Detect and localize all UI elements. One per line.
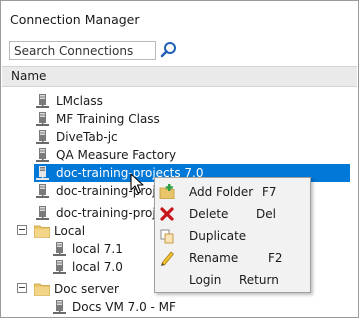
add-folder-icon (159, 184, 175, 199)
mouse-cursor-icon (130, 173, 144, 194)
connection-label: doc-training-proje (56, 206, 156, 220)
folder-icon (34, 225, 50, 238)
tree-item-folder[interactable]: Doc server (34, 280, 154, 298)
tree-item-connection[interactable]: MF Training Class (36, 110, 236, 128)
menu-item-login[interactable]: Login Return (155, 269, 310, 291)
context-menu: Add Folder F7 Delete Del Duplicate Renam… (154, 177, 311, 293)
delete-icon (160, 207, 174, 221)
connection-label: Docs VM 7.0 - MF (72, 300, 176, 314)
server-icon (53, 260, 66, 274)
menu-item-duplicate[interactable]: Duplicate (155, 225, 310, 247)
menu-item-shortcut: Del (256, 207, 276, 221)
menu-item-shortcut: F7 (262, 185, 277, 199)
folder-label: Local (54, 224, 86, 238)
server-icon (36, 130, 49, 144)
connection-label: DiveTab-jc (56, 130, 118, 144)
menu-item-label: Login (189, 273, 222, 287)
server-icon (53, 300, 66, 314)
server-icon (36, 166, 49, 180)
connection-label: local 7.1 (72, 242, 123, 256)
connection-label: QA Measure Factory (56, 148, 177, 162)
server-icon (36, 112, 49, 126)
menu-item-label: Rename (189, 251, 239, 265)
menu-item-rename[interactable]: Rename F2 (155, 247, 310, 269)
tree-item-folder[interactable]: Local (34, 222, 144, 240)
folder-label: Doc server (54, 282, 119, 296)
tree-item-connection[interactable]: QA Measure Factory (36, 146, 236, 164)
menu-item-label: Add Folder (189, 185, 254, 199)
connection-manager-panel: Connection Manager Name LMclass MF Train… (0, 0, 359, 318)
duplicate-icon (160, 229, 174, 244)
menu-item-delete[interactable]: Delete Del (155, 203, 310, 225)
tree-item-connection[interactable]: DiveTab-jc (36, 128, 236, 146)
menu-item-shortcut: Return (239, 273, 279, 287)
rename-icon (161, 251, 175, 266)
tree-item-connection[interactable]: LMclass (36, 92, 236, 110)
server-icon (36, 184, 49, 198)
server-icon (53, 242, 66, 256)
connection-label: LMclass (56, 94, 103, 108)
collapse-toggle[interactable] (17, 283, 27, 293)
menu-item-label: Delete (189, 207, 229, 221)
collapse-toggle[interactable] (17, 225, 27, 235)
connection-label: MF Training Class (56, 112, 160, 126)
tree-item-connection[interactable]: local 7.1 (53, 240, 153, 258)
server-icon (36, 94, 49, 108)
tree-item-connection[interactable]: local 7.0 (53, 258, 153, 276)
tree-item-connection[interactable]: doc-training-proje (36, 204, 156, 222)
menu-item-shortcut: F2 (268, 251, 283, 265)
server-icon (36, 148, 49, 162)
menu-item-add-folder[interactable]: Add Folder F7 (155, 181, 310, 203)
tree-item-connection[interactable]: Docs VM 7.0 - MF (53, 298, 213, 316)
server-icon (36, 206, 49, 220)
connection-label: local 7.0 (72, 260, 123, 274)
folder-icon (34, 283, 50, 296)
menu-item-label: Duplicate (189, 229, 247, 243)
